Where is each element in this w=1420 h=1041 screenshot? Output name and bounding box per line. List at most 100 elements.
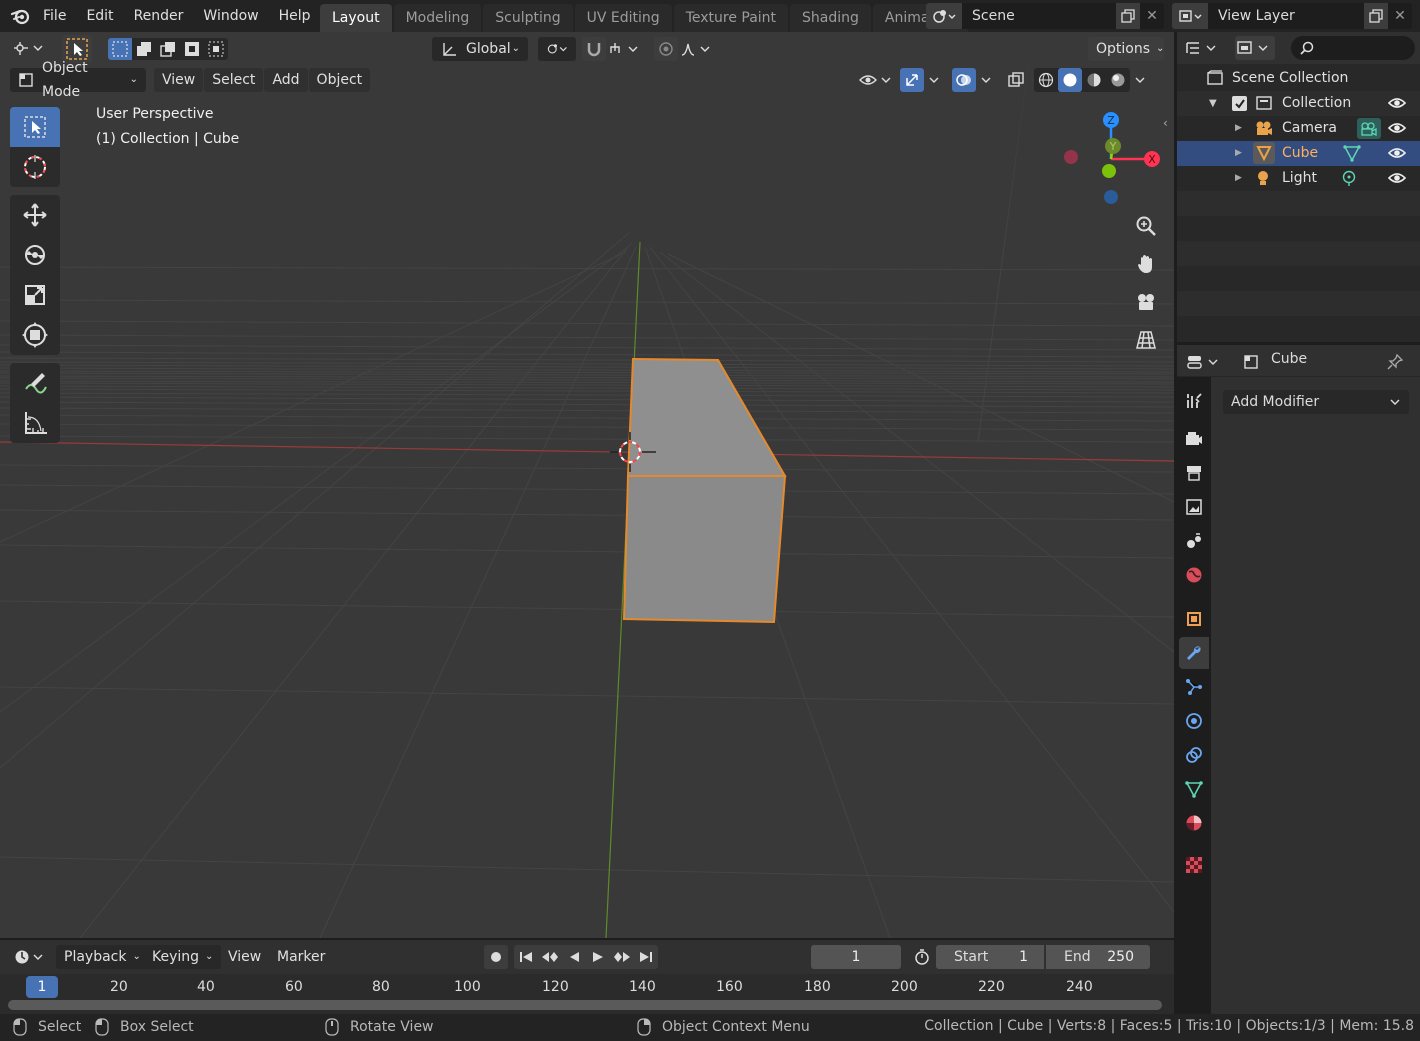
tab-modeling[interactable]: Modeling	[393, 4, 482, 32]
jump-end-icon[interactable]	[634, 945, 658, 969]
mode-dropdown[interactable]: Object Mode ⌄	[10, 60, 146, 100]
timeline-menu-marker[interactable]: Marker	[269, 945, 333, 969]
menu-help[interactable]: Help	[269, 2, 321, 30]
pin-icon[interactable]	[1387, 354, 1403, 370]
stopwatch-icon[interactable]	[910, 945, 934, 969]
solid-shading-icon[interactable]	[1058, 68, 1082, 92]
menu-select[interactable]: Select	[204, 68, 264, 92]
timeline-menu-view[interactable]: View	[220, 945, 269, 969]
view-layer-tab-icon[interactable]	[1179, 491, 1209, 523]
select-invert-icon[interactable]	[180, 38, 204, 60]
data-tab-icon[interactable]	[1179, 773, 1209, 805]
eye-icon[interactable]	[1388, 171, 1406, 185]
menu-render[interactable]: Render	[124, 2, 194, 30]
light-data-icon[interactable]	[1341, 170, 1357, 187]
texture-tab-icon[interactable]	[1179, 849, 1209, 881]
camera-view-icon[interactable]	[1130, 286, 1162, 318]
eye-icon[interactable]	[1388, 96, 1406, 110]
falloff-icon[interactable]	[678, 37, 714, 61]
frame-ruler[interactable]: 1 20 40 60 80 100 120 140 160 180 200 22…	[0, 976, 1174, 998]
outliner-editor-type-icon[interactable]	[1183, 36, 1223, 60]
material-shading-icon[interactable]	[1082, 68, 1106, 92]
options-dropdown[interactable]: Options ⌄	[1088, 37, 1164, 61]
blender-logo-icon[interactable]	[10, 5, 32, 27]
outliner-item-cube[interactable]: ▶ Cube	[1177, 141, 1420, 166]
tab-sculpting[interactable]: Sculpting	[483, 4, 573, 32]
outliner-item-light[interactable]: ▶ Light	[1177, 166, 1420, 191]
eye-icon[interactable]	[1388, 121, 1406, 135]
visibility-icon[interactable]	[856, 68, 894, 92]
proportional-edit-icon[interactable]	[654, 37, 678, 61]
timeline-editor-type-icon[interactable]	[12, 945, 48, 969]
3d-viewport[interactable]: Global ⌄ Options ⌄ Object Mode ⌄ View Se…	[0, 32, 1174, 938]
measure-tool[interactable]	[10, 403, 60, 443]
pan-hand-icon[interactable]	[1130, 248, 1162, 280]
menu-window[interactable]: Window	[193, 2, 268, 30]
rendered-shading-icon[interactable]	[1106, 68, 1130, 92]
view-layer-name[interactable]: View Layer	[1208, 8, 1364, 24]
prev-keyframe-icon[interactable]	[538, 945, 562, 969]
physics-tab-icon[interactable]	[1179, 705, 1209, 737]
world-tab-icon[interactable]	[1179, 559, 1209, 591]
tab-shading[interactable]: Shading	[790, 4, 871, 32]
wireframe-shading-icon[interactable]	[1034, 68, 1058, 92]
expand-arrow-icon[interactable]: ▼	[1209, 91, 1217, 116]
chevron-down-icon[interactable]	[976, 68, 996, 92]
transform-orientation-dropdown[interactable]: Global ⌄	[432, 37, 528, 61]
modifier-tab-icon[interactable]	[1179, 637, 1209, 669]
rotate-tool[interactable]	[10, 235, 60, 275]
chevron-down-icon[interactable]	[1130, 68, 1150, 92]
close-view-layer-icon[interactable]: ✕	[1388, 3, 1412, 29]
jump-start-icon[interactable]	[514, 945, 538, 969]
tab-uv-editing[interactable]: UV Editing	[574, 4, 672, 32]
play-icon[interactable]	[586, 945, 610, 969]
timeline-scrollbar[interactable]	[8, 1000, 1162, 1010]
scene-tab-icon[interactable]	[1179, 525, 1209, 557]
scene-name[interactable]: Scene	[962, 8, 1116, 24]
material-tab-icon[interactable]	[1179, 807, 1209, 839]
keying-dropdown[interactable]: Keying ⌄	[144, 945, 222, 969]
scale-tool[interactable]	[10, 275, 60, 315]
scene-selector[interactable]: Scene ✕	[926, 3, 1164, 29]
annotate-tool[interactable]	[10, 363, 60, 403]
particles-tab-icon[interactable]	[1179, 671, 1209, 703]
new-view-layer-icon[interactable]	[1364, 3, 1388, 29]
overlays-toggle-icon[interactable]	[952, 68, 976, 92]
select-extend-icon[interactable]	[132, 38, 156, 60]
collection-checkbox[interactable]	[1232, 96, 1247, 111]
cursor-tool[interactable]	[10, 147, 60, 187]
select-subtract-icon[interactable]	[156, 38, 180, 60]
outliner-item-camera[interactable]: ▶ Camera	[1177, 116, 1420, 141]
magnet-icon[interactable]	[582, 37, 606, 61]
play-reverse-icon[interactable]	[562, 945, 586, 969]
render-tab-icon[interactable]	[1179, 423, 1209, 455]
tab-layout[interactable]: Layout	[320, 4, 392, 32]
playback-dropdown[interactable]: Playback ⌄	[56, 945, 149, 969]
zoom-icon[interactable]	[1130, 210, 1162, 242]
sidebar-toggle-icon[interactable]: ‹	[1163, 116, 1168, 130]
expand-arrow-icon[interactable]: ▶	[1235, 166, 1242, 191]
current-frame-field[interactable]: 1	[811, 945, 901, 969]
gizmo-toggle-icon[interactable]	[900, 68, 924, 92]
expand-arrow-icon[interactable]: ▶	[1235, 116, 1242, 141]
playhead-frame[interactable]: 1	[26, 976, 58, 998]
outliner-search-input[interactable]	[1291, 36, 1415, 60]
menu-view[interactable]: View	[154, 68, 204, 92]
chevron-down-icon[interactable]	[924, 68, 944, 92]
pivot-point-dropdown[interactable]	[538, 37, 576, 61]
expand-arrow-icon[interactable]: ▶	[1235, 141, 1242, 166]
camera-data-icon[interactable]	[1357, 118, 1381, 139]
view-layer-browse-icon[interactable]	[1172, 3, 1208, 29]
tool-tab-icon[interactable]	[1179, 385, 1209, 417]
start-frame-field[interactable]: Start 1	[936, 945, 1044, 969]
scene-browse-icon[interactable]	[926, 3, 962, 29]
view-layer-selector[interactable]: View Layer ✕	[1172, 3, 1412, 29]
snap-target-icon[interactable]	[606, 37, 642, 61]
scene-collection-row[interactable]: Scene Collection	[1177, 66, 1420, 91]
menu-file[interactable]: File	[33, 2, 76, 30]
close-scene-icon[interactable]: ✕	[1140, 3, 1164, 29]
new-scene-icon[interactable]	[1116, 3, 1140, 29]
next-keyframe-icon[interactable]	[610, 945, 634, 969]
tab-texture-paint[interactable]: Texture Paint	[673, 4, 789, 32]
perspective-toggle-icon[interactable]	[1130, 324, 1162, 356]
